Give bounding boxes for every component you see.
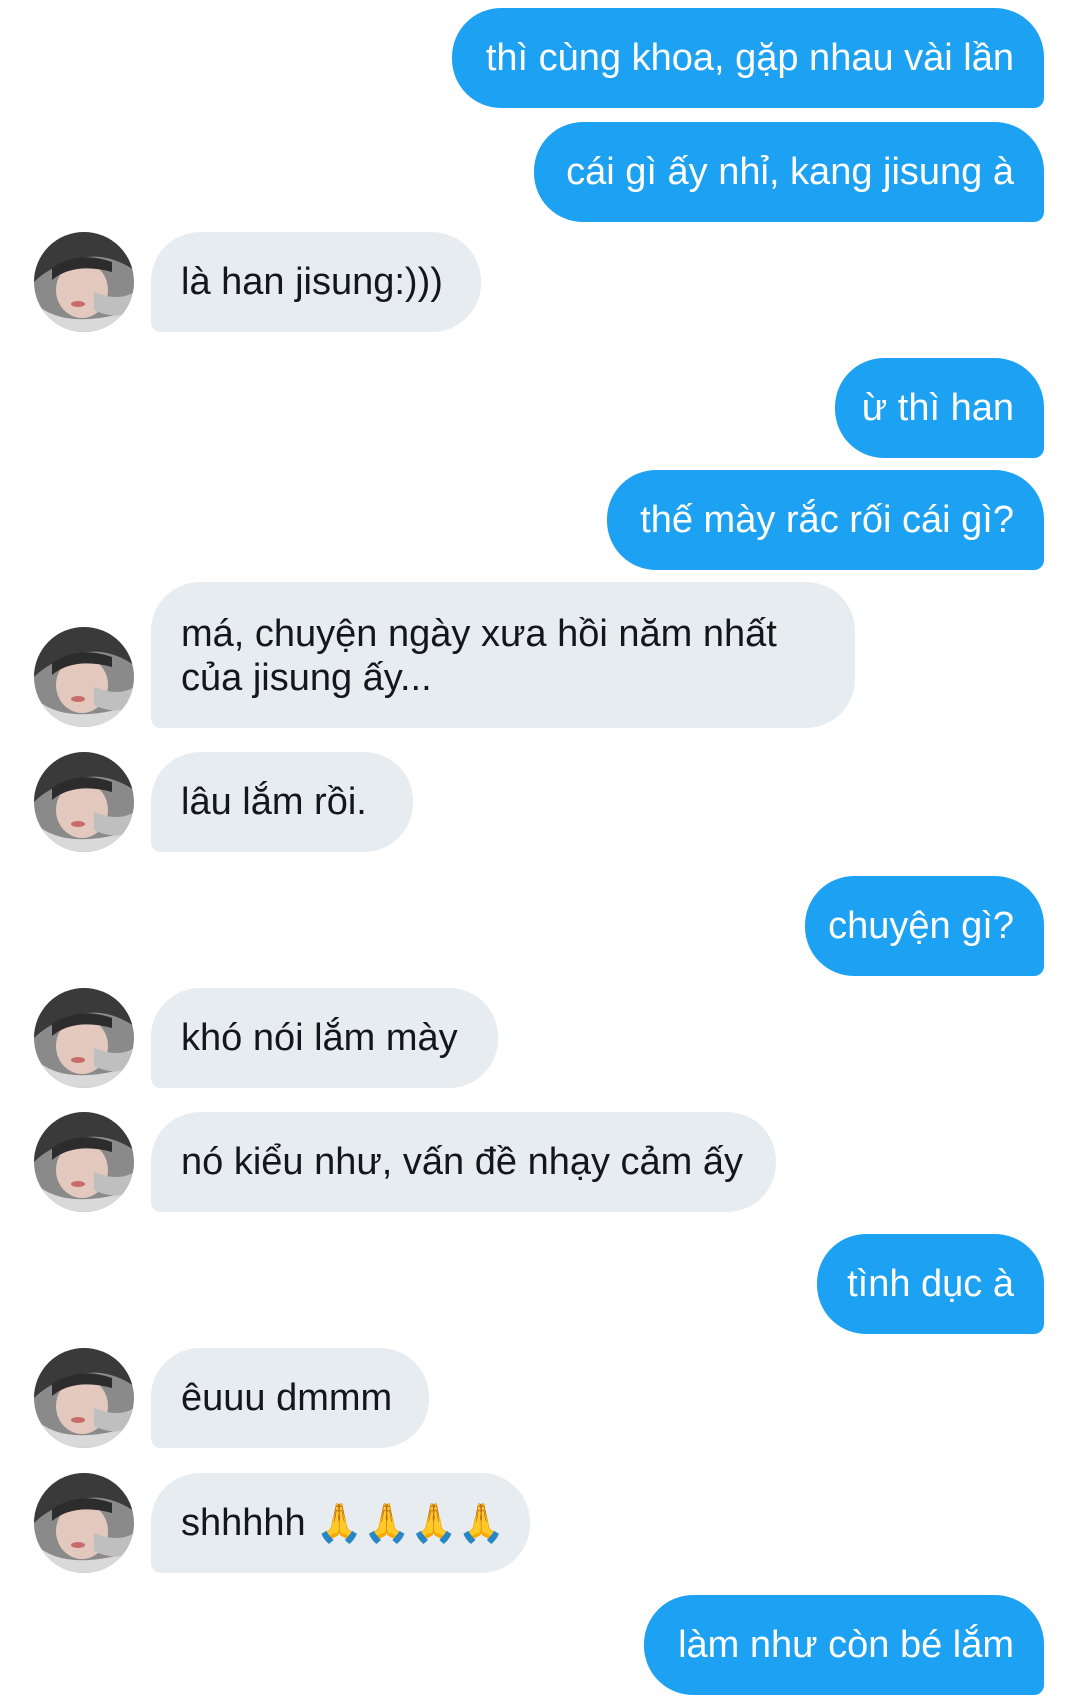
avatar[interactable] bbox=[34, 232, 134, 332]
contact-avatar-icon bbox=[34, 1473, 134, 1573]
message-bubble-sent[interactable]: ừ thì han bbox=[835, 358, 1044, 458]
contact-avatar-icon bbox=[34, 627, 134, 727]
message-text: cái gì ấy nhỉ, kang jisung à bbox=[566, 151, 1014, 193]
message-bubble-sent[interactable]: chuyện gì? bbox=[805, 876, 1044, 976]
message-text: nó kiểu như, vấn đề nhạy cảm ấy bbox=[181, 1141, 744, 1183]
message-text: êuuu dmmm bbox=[181, 1377, 393, 1419]
message-text: tình dục à bbox=[847, 1263, 1014, 1305]
message-text: lâu lắm rồi. bbox=[181, 781, 367, 823]
avatar[interactable] bbox=[34, 1348, 134, 1448]
avatar[interactable] bbox=[34, 627, 134, 727]
avatar[interactable] bbox=[34, 752, 134, 852]
message-bubble-received[interactable]: shhhhh 🙏🙏🙏🙏 bbox=[151, 1473, 530, 1573]
message-text: shhhhh bbox=[181, 1502, 306, 1544]
message-bubble-received[interactable]: má, chuyện ngày xưa hồi năm nhất của jis… bbox=[151, 582, 855, 728]
message-text: má, chuyện ngày xưa hồi năm nhất của jis… bbox=[181, 613, 777, 699]
contact-avatar-icon bbox=[34, 988, 134, 1088]
contact-avatar-icon bbox=[34, 1112, 134, 1212]
message-bubble-sent[interactable]: cái gì ấy nhỉ, kang jisung à bbox=[534, 122, 1044, 222]
message-text: khó nói lắm mày bbox=[181, 1017, 458, 1059]
avatar[interactable] bbox=[34, 988, 134, 1088]
contact-avatar-icon bbox=[34, 1348, 134, 1448]
message-bubble-sent[interactable]: tình dục à bbox=[817, 1234, 1044, 1334]
avatar[interactable] bbox=[34, 1112, 134, 1212]
message-text: ừ thì han bbox=[861, 387, 1014, 429]
message-bubble-received[interactable]: khó nói lắm mày bbox=[151, 988, 498, 1088]
message-bubble-sent[interactable]: làm như còn bé lắm bbox=[644, 1595, 1044, 1695]
message-bubble-received[interactable]: là han jisung:))) bbox=[151, 232, 481, 332]
message-bubble-sent[interactable]: thế mày rắc rối cái gì? bbox=[607, 470, 1044, 570]
folded-hands-emoji-icon: 🙏🙏🙏🙏 bbox=[315, 1501, 505, 1545]
message-text: thì cùng khoa, gặp nhau vài lần bbox=[485, 37, 1014, 79]
message-text: làm như còn bé lắm bbox=[678, 1624, 1014, 1666]
message-bubble-received[interactable]: lâu lắm rồi. bbox=[151, 752, 413, 852]
message-text: thế mày rắc rối cái gì? bbox=[640, 499, 1014, 541]
message-bubble-sent[interactable]: thì cùng khoa, gặp nhau vài lần bbox=[452, 8, 1044, 108]
message-text: chuyện gì? bbox=[828, 905, 1014, 947]
message-text: là han jisung:))) bbox=[181, 261, 443, 303]
avatar[interactable] bbox=[34, 1473, 134, 1573]
message-bubble-received[interactable]: nó kiểu như, vấn đề nhạy cảm ấy bbox=[151, 1112, 776, 1212]
message-bubble-received[interactable]: êuuu dmmm bbox=[151, 1348, 429, 1448]
contact-avatar-icon bbox=[34, 752, 134, 852]
contact-avatar-icon bbox=[34, 232, 134, 332]
